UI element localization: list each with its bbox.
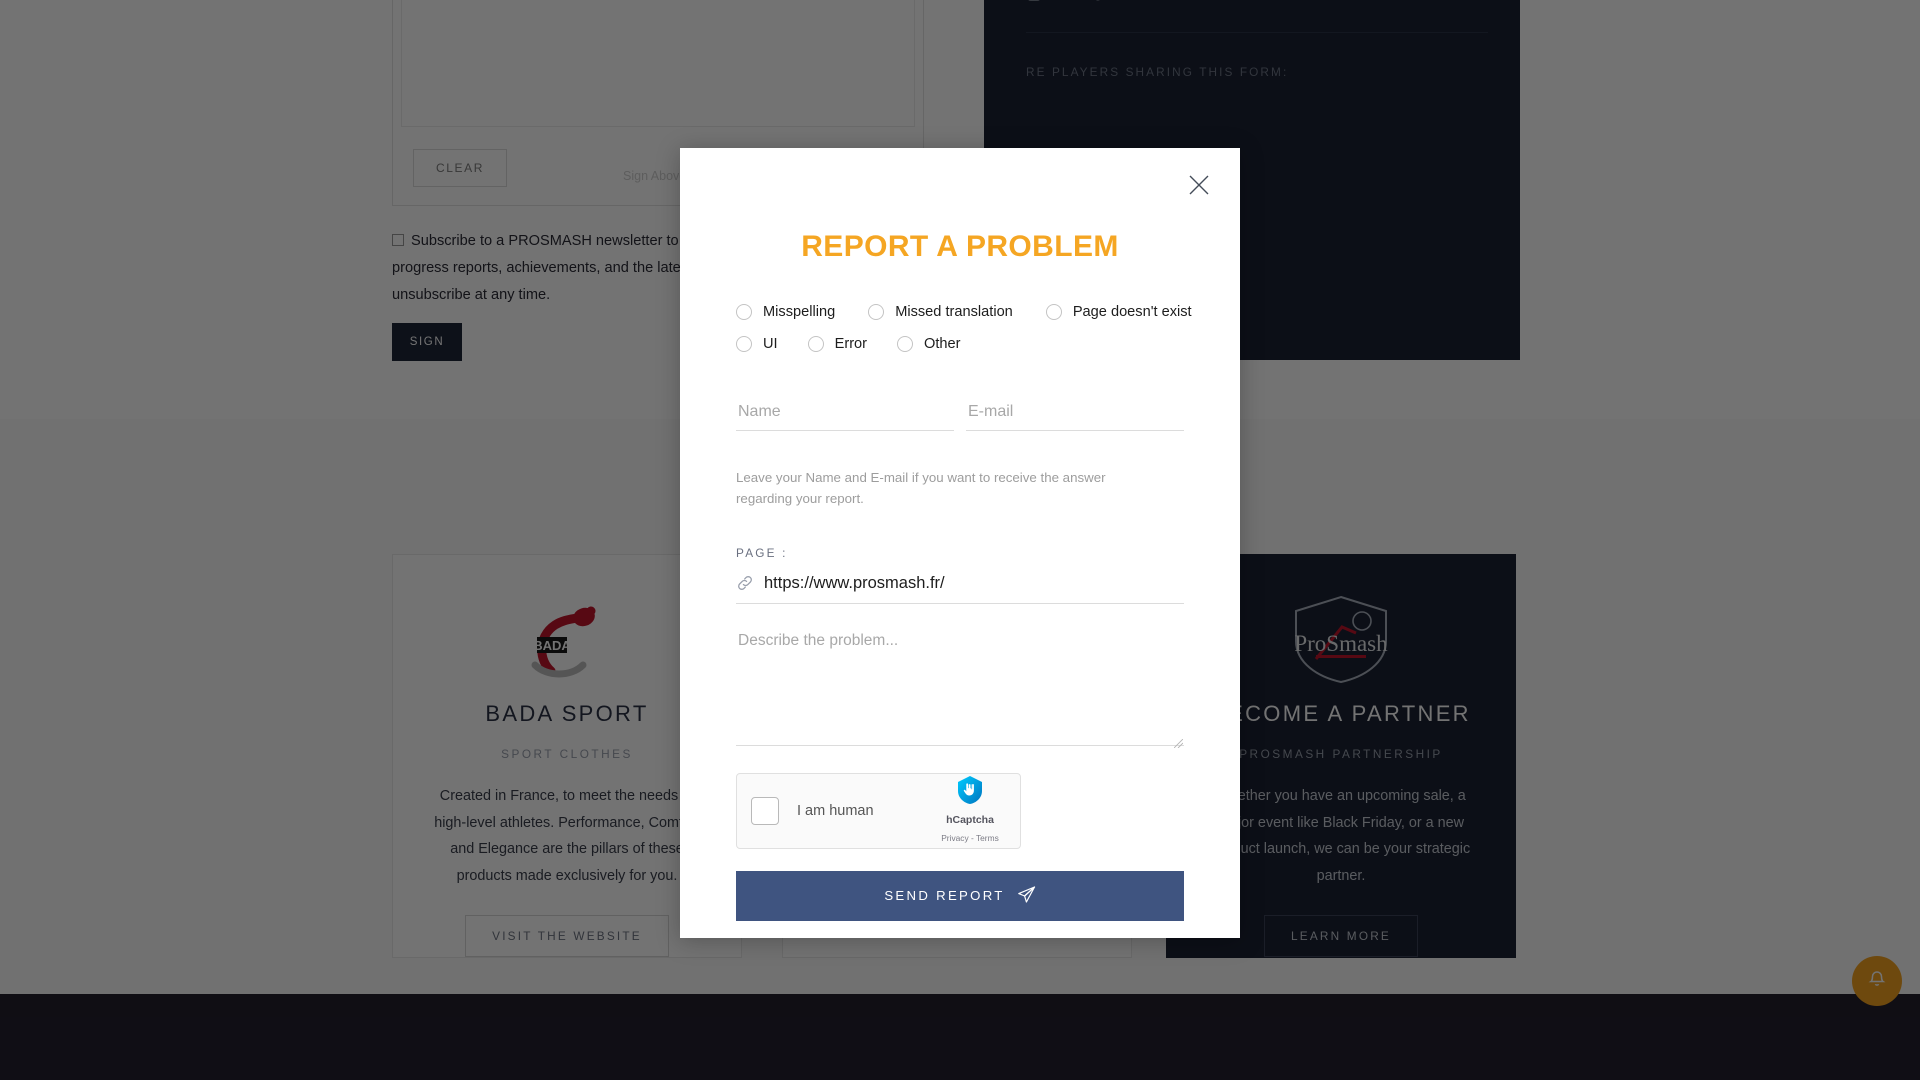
hcaptcha-brand: hCaptcha Privacy - Terms bbox=[934, 775, 1006, 846]
modal-title: REPORT A PROBLEM bbox=[801, 230, 1119, 263]
radio-circle-icon bbox=[868, 304, 885, 320]
radio-option-other[interactable]: Other bbox=[897, 336, 961, 352]
page-section-label: PAGE : bbox=[736, 545, 788, 560]
radio-label: Missed translation bbox=[895, 304, 1013, 320]
radio-option-ui[interactable]: UI bbox=[736, 336, 778, 352]
radio-label: Misspelling bbox=[763, 304, 836, 320]
hcaptcha-checkbox[interactable] bbox=[751, 796, 779, 825]
radio-option-error[interactable]: Error bbox=[807, 336, 868, 352]
radio-circle-icon bbox=[736, 336, 752, 352]
radio-label: Page doesn't exist bbox=[1072, 304, 1192, 320]
radio-option-misspelling[interactable]: Misspelling bbox=[736, 304, 835, 320]
page-url-row: https://www.prosmash.fr/ bbox=[736, 574, 1184, 604]
problem-type-radio-group: Misspelling Missed translation Page does… bbox=[680, 304, 1240, 352]
radio-label: Other bbox=[924, 336, 961, 352]
contact-fields-hint: Leave your Name and E-mail if you want t… bbox=[736, 470, 1106, 507]
send-report-label: SEND REPORT bbox=[884, 888, 1005, 904]
hcaptcha-brand-name: hCaptcha bbox=[946, 814, 994, 827]
email-field-wrap bbox=[966, 399, 1184, 431]
hcaptcha-privacy-terms[interactable]: Privacy - Terms bbox=[941, 833, 999, 843]
hcaptcha-logo-icon bbox=[955, 776, 985, 809]
link-icon bbox=[736, 574, 754, 592]
screen: CLEAR Sign Above Subscribe to a PROSMASH… bbox=[0, 0, 1920, 1080]
paper-plane-icon bbox=[1017, 885, 1036, 907]
hcaptcha-label: I am human bbox=[797, 802, 874, 819]
contact-fields-row bbox=[680, 399, 1240, 431]
radio-circle-icon bbox=[897, 336, 914, 352]
close-icon[interactable] bbox=[1184, 170, 1214, 200]
radio-label: Error bbox=[834, 336, 868, 352]
radio-option-page-doesnt-exist[interactable]: Page doesn't exist bbox=[1045, 304, 1192, 320]
report-problem-modal: REPORT A PROBLEM Misspelling Missed tran… bbox=[680, 148, 1240, 938]
description-field-wrap bbox=[736, 627, 1184, 751]
name-input[interactable] bbox=[736, 399, 954, 431]
hcaptcha-widget[interactable]: I am human hCaptcha Privacy - Terms bbox=[736, 772, 1021, 849]
email-input[interactable] bbox=[966, 399, 1184, 431]
radio-label: UI bbox=[763, 336, 778, 352]
radio-circle-icon bbox=[1045, 304, 1062, 320]
name-field-wrap bbox=[736, 399, 954, 431]
send-report-button[interactable]: SEND REPORT bbox=[736, 870, 1184, 921]
page-url-text: https://www.prosmash.fr/ bbox=[764, 573, 945, 592]
radio-circle-icon bbox=[807, 336, 824, 352]
description-textarea[interactable] bbox=[736, 627, 1184, 746]
radio-option-missed-translation[interactable]: Missed translation bbox=[868, 304, 1013, 320]
radio-circle-icon bbox=[736, 304, 752, 320]
